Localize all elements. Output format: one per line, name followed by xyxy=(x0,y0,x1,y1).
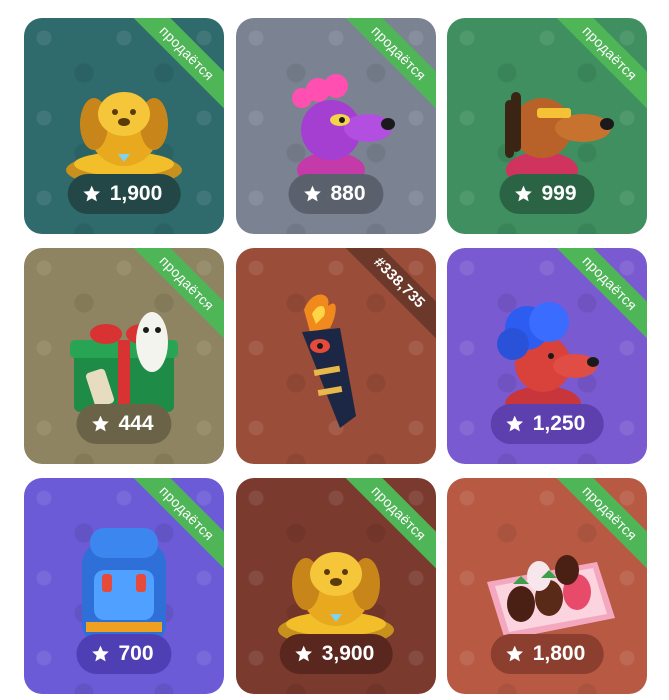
price-button[interactable]: 444 xyxy=(76,404,172,444)
price-button[interactable]: 1,800 xyxy=(490,634,604,674)
gift-card-dreadlock-dog[interactable]: продаётся 999 xyxy=(447,18,647,234)
price-value: 700 xyxy=(118,642,154,665)
star-icon xyxy=(506,415,524,432)
star-icon xyxy=(506,645,524,662)
gift-card-backpack[interactable]: продаётся 700 xyxy=(24,478,224,694)
price-button[interactable]: 1,900 xyxy=(67,174,181,214)
star-icon xyxy=(83,185,101,202)
price-value: 1,250 xyxy=(532,412,586,435)
gift-card-gift-box[interactable]: продаётся 444 xyxy=(24,248,224,464)
star-icon xyxy=(304,185,321,202)
gift-card-purple-dog[interactable]: продаётся 880 xyxy=(236,18,436,234)
gift-card-blue-hair-dog[interactable]: продаётся 1,250 xyxy=(447,248,647,464)
gift-card-golden-dog[interactable]: продаётся 1,900 xyxy=(24,18,224,234)
price-button[interactable]: 999 xyxy=(499,174,595,214)
price-value: 444 xyxy=(118,412,154,435)
price-value: 999 xyxy=(541,182,577,205)
price-value: 1,800 xyxy=(532,642,586,665)
price-value: 1,900 xyxy=(109,182,163,205)
price-value: 3,900 xyxy=(321,642,375,665)
gift-card-golden-dog-2[interactable]: продаётся 3,900 xyxy=(236,478,436,694)
price-button[interactable]: 1,250 xyxy=(490,404,604,444)
gift-card-torch[interactable]: #338,735 xyxy=(236,248,436,464)
star-icon xyxy=(92,415,109,432)
gift-card-strawberries[interactable]: продаётся 1,800 xyxy=(447,478,647,694)
price-button[interactable]: 880 xyxy=(288,174,384,214)
torch-icon xyxy=(236,288,436,438)
gift-grid: продаётся 1,900 продаётся 880 продаётся … xyxy=(0,0,669,700)
price-button[interactable]: 3,900 xyxy=(279,634,393,674)
price-button[interactable]: 700 xyxy=(76,634,172,674)
star-icon xyxy=(92,645,109,662)
price-value: 880 xyxy=(330,182,366,205)
star-icon xyxy=(295,645,313,662)
star-icon xyxy=(515,185,532,202)
